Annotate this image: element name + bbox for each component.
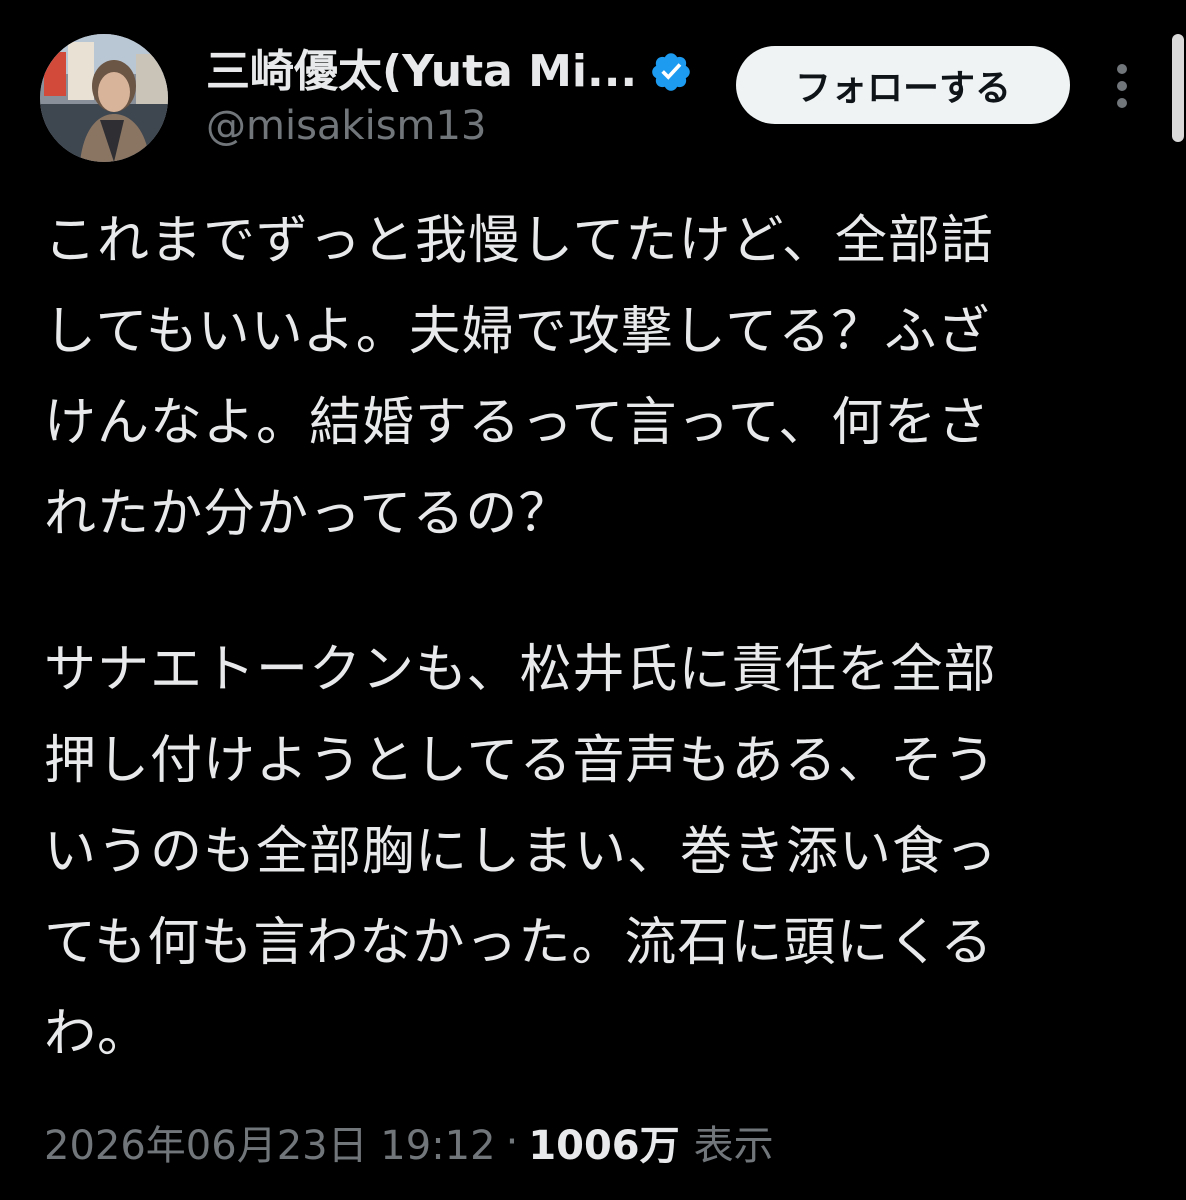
- author-handle[interactable]: @misakism13: [206, 100, 486, 152]
- tweet-line: ても何も言わなかった。流石に頭にくる: [44, 913, 994, 973]
- tweet-line: けんなよ。結婚するって言って、何をさ: [44, 393, 991, 453]
- author-name-row[interactable]: 三崎優太(Yuta Mi...: [206, 40, 693, 104]
- more-dot: [1117, 81, 1127, 91]
- profile-photo: [40, 34, 168, 162]
- view-count: 1006万: [528, 1123, 680, 1169]
- more-dot: [1117, 64, 1127, 74]
- display-name[interactable]: 三崎優太(Yuta Mi...: [206, 50, 637, 94]
- tweet-line: れたか分かってるの？: [44, 484, 572, 544]
- scrollbar[interactable]: [1172, 34, 1184, 142]
- tweet-text: これまでずっと我慢してたけど、全部話 してもいいよ。夫婦で攻撃してる？ふざ けん…: [44, 196, 1154, 1080]
- verified-badge-icon: [652, 53, 690, 91]
- avatar[interactable]: [40, 34, 168, 162]
- meta-separator: ·: [505, 1119, 519, 1165]
- more-vertical-icon[interactable]: [1106, 58, 1138, 114]
- tweet-line: わ。: [44, 1004, 151, 1064]
- tweet-meta: 2026年06月23日 19:12 · 1006万 表示: [44, 1112, 774, 1172]
- tweet-line: サナエトークンも、松井氏に責任を全部: [44, 640, 997, 700]
- follow-button[interactable]: フォローする: [736, 46, 1070, 124]
- tweet-line: してもいいよ。夫婦で攻撃してる？ふざ: [44, 302, 991, 362]
- view-label: 表示: [693, 1123, 774, 1169]
- tweet-line: これまでずっと我慢してたけど、全部話: [44, 211, 994, 271]
- tweet-line: 押し付けようとしてる音声もある、そう: [44, 731, 997, 791]
- tweet-line: いうのも全部胸にしまい、巻き添い食っ: [44, 822, 999, 882]
- timestamp[interactable]: 2026年06月23日 19:12: [44, 1113, 496, 1171]
- more-dot: [1117, 98, 1127, 108]
